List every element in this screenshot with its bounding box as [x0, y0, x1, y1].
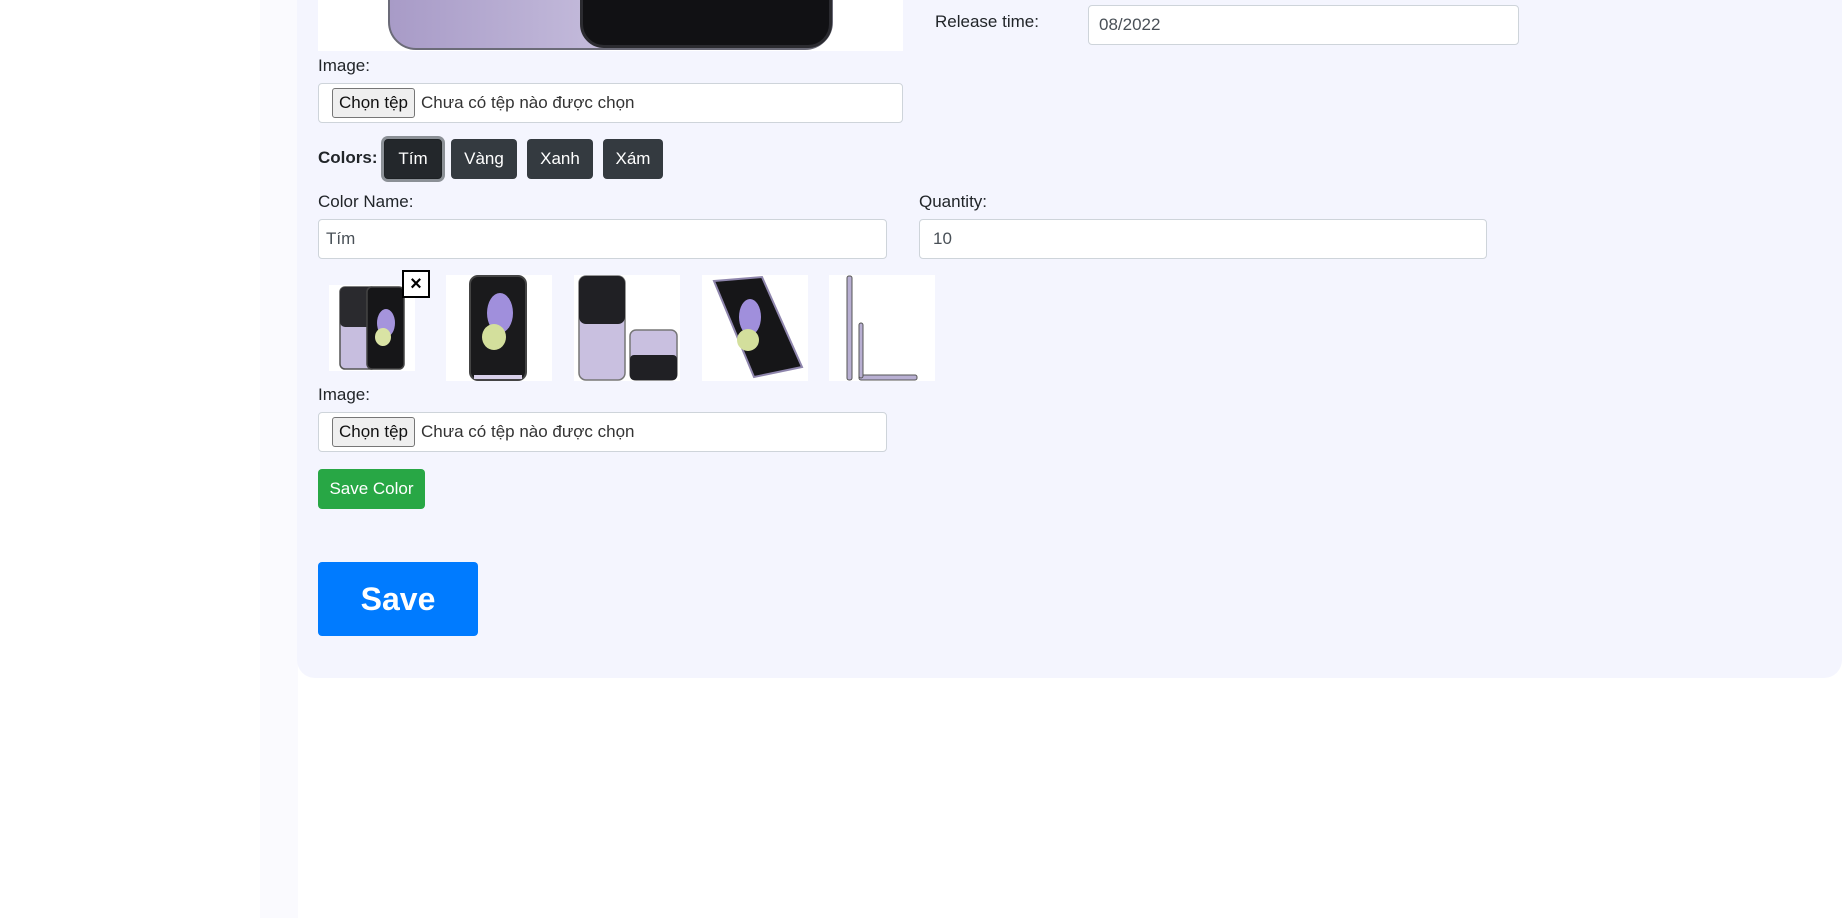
colors-label: Colors:	[318, 148, 378, 167]
color-image-thumbnail[interactable]	[829, 275, 935, 381]
file-status-text: Chưa có tệp nào được chọn	[421, 93, 635, 112]
choose-file-button[interactable]: Chọn tệp	[332, 417, 415, 447]
color-name-input[interactable]: Tím	[318, 219, 887, 259]
color-image-label: Image:	[318, 385, 370, 404]
color-name-label: Color Name:	[318, 192, 414, 211]
color-image-thumbnail[interactable]	[702, 275, 808, 381]
sidebar-gutter	[260, 0, 298, 918]
quantity-input[interactable]: 10	[919, 219, 1487, 259]
color-image-thumbnail[interactable]	[574, 275, 680, 381]
remove-image-icon[interactable]: ×	[402, 270, 430, 298]
save-color-button[interactable]: Save Color	[318, 469, 425, 509]
color-button-vang[interactable]: Vàng	[451, 139, 517, 179]
color-image-thumbnail[interactable]	[446, 275, 552, 381]
product-image-file-input[interactable]: Chọn tệp Chưa có tệp nào được chọn	[318, 83, 903, 123]
product-image-label: Image:	[318, 56, 370, 75]
color-button-xanh[interactable]: Xanh	[527, 139, 593, 179]
choose-file-button[interactable]: Chọn tệp	[332, 88, 415, 118]
product-preview-image	[318, 0, 903, 51]
color-button-tim[interactable]: Tím	[384, 139, 442, 179]
release-time-label: Release time:	[935, 12, 1039, 31]
release-time-input[interactable]: 08/2022	[1088, 5, 1519, 45]
phone-image-screen	[580, 0, 832, 48]
color-button-xam[interactable]: Xám	[603, 139, 663, 179]
quantity-label: Quantity:	[919, 192, 988, 211]
save-button[interactable]: Save	[318, 562, 478, 636]
file-status-text: Chưa có tệp nào được chọn	[421, 422, 635, 441]
color-image-file-input[interactable]: Chọn tệp Chưa có tệp nào được chọn	[318, 412, 887, 452]
